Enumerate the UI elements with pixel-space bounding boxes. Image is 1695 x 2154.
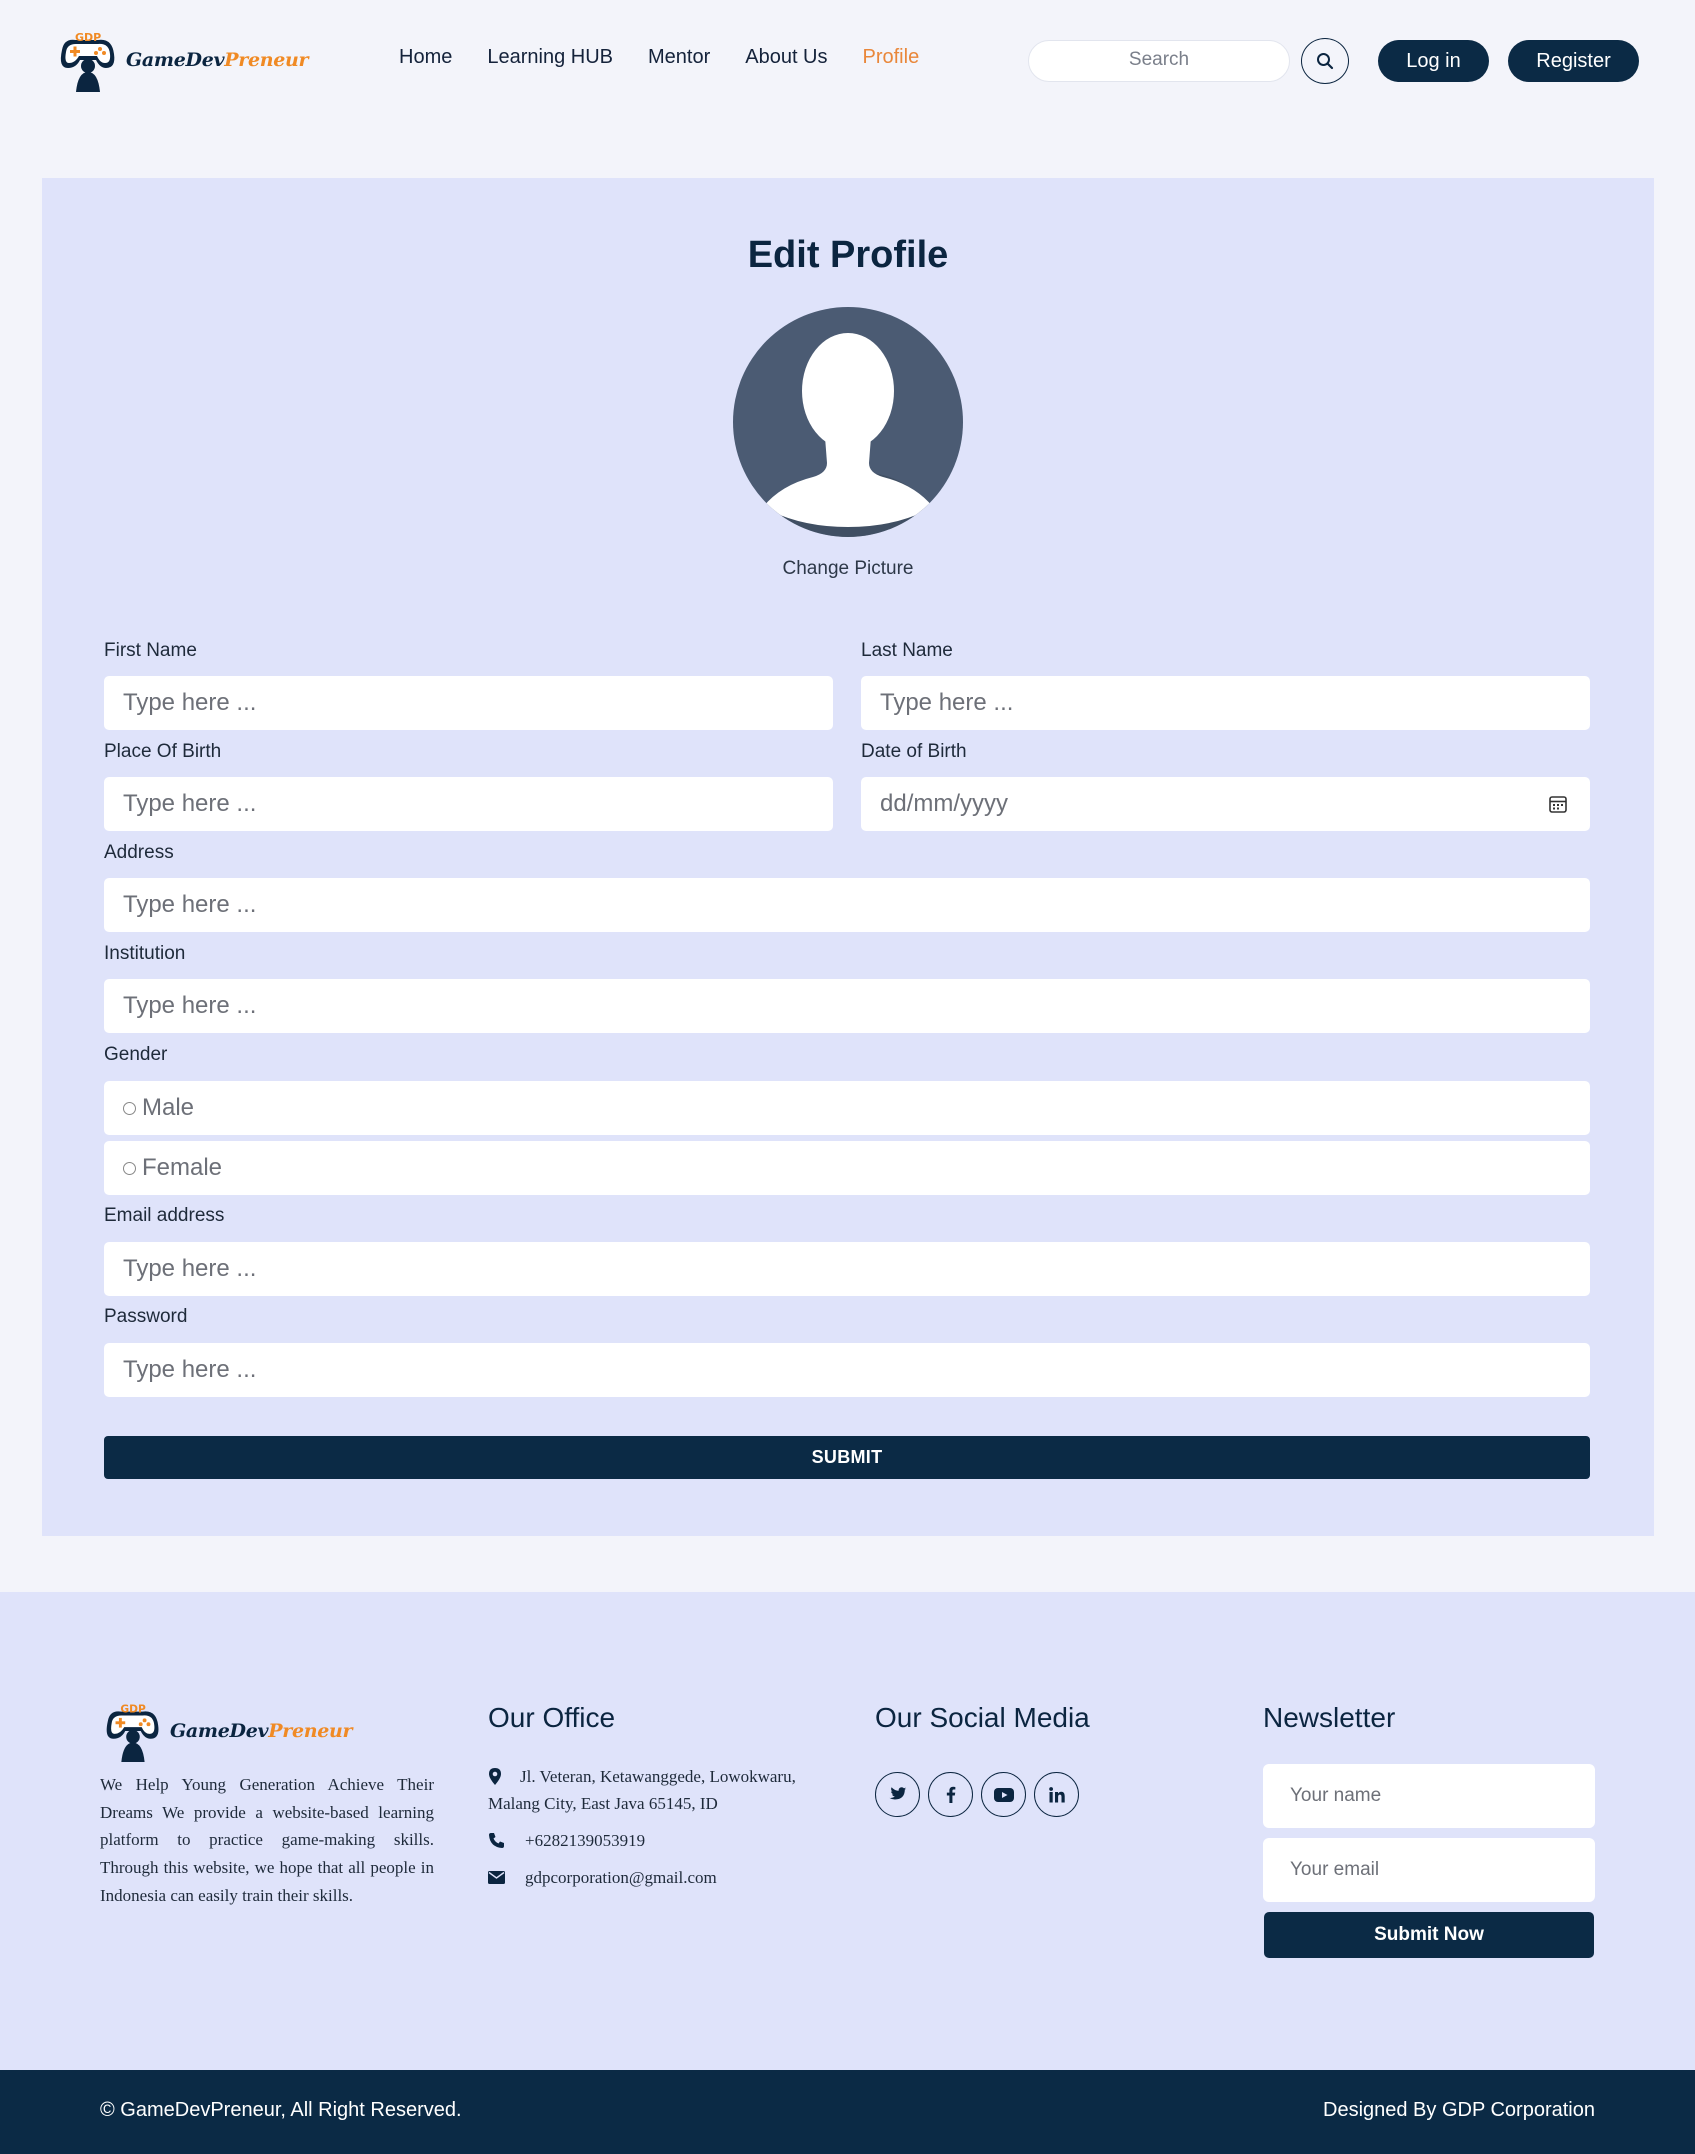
footer-bottom-bar: © GameDevPreneur, All Right Reserved. De…: [0, 2070, 1695, 2154]
date-of-birth-field[interactable]: dd/mm/yyyy: [861, 777, 1590, 831]
nav-mentor[interactable]: Mentor: [648, 46, 710, 69]
edit-profile-panel: Edit Profile Change Picture First Name T…: [42, 178, 1654, 1536]
linkedin-icon: [1048, 1786, 1065, 1802]
gender-option-male[interactable]: Male: [104, 1081, 1590, 1135]
nav-profile[interactable]: Profile: [863, 46, 920, 69]
first-name-label: First Name: [104, 640, 197, 661]
password-label: Password: [104, 1306, 188, 1327]
change-picture-link[interactable]: Change Picture: [42, 558, 1654, 580]
newsletter-heading: Newsletter: [1263, 1702, 1396, 1733]
last-name-label: Last Name: [861, 640, 953, 661]
footer-logo-part1: GameDev: [170, 1720, 269, 1742]
site-header: GDP GameDevPreneur Home Learning HUB Men…: [0, 0, 1695, 122]
office-address-line1: Jl. Veteran, Ketawanggede, Lowokwaru,: [520, 1767, 796, 1786]
phone-icon: [489, 1833, 504, 1848]
youtube-button[interactable]: [981, 1772, 1026, 1817]
date-of-birth-label: Date of Birth: [861, 741, 967, 762]
twitter-button[interactable]: [875, 1772, 920, 1817]
svg-text:GDP: GDP: [120, 1703, 146, 1716]
submit-button[interactable]: SUBMIT: [104, 1436, 1590, 1479]
gender-male-label: Male: [142, 1094, 195, 1121]
newsletter-submit-button[interactable]: Submit Now: [1264, 1912, 1594, 1958]
copyright-text: © GameDevPreneur, All Right Reserved.: [100, 2099, 462, 2121]
social-heading: Our Social Media: [875, 1702, 1090, 1733]
office-address-line2: Malang City, East Java 65145, ID: [488, 1794, 718, 1813]
address-field[interactable]: Type here ...: [104, 878, 1590, 932]
radio-female[interactable]: [123, 1161, 136, 1175]
office-heading: Our Office: [488, 1702, 616, 1733]
register-button[interactable]: Register: [1508, 40, 1639, 82]
facebook-icon: [946, 1786, 955, 1803]
place-of-birth-field[interactable]: Type here ...: [104, 777, 833, 831]
gender-label: Gender: [104, 1044, 168, 1065]
logo-text-part2: Preneur: [224, 49, 309, 71]
office-email[interactable]: gdpcorporation@gmail.com: [525, 1864, 717, 1891]
svg-text:GDP: GDP: [75, 31, 101, 44]
gender-option-female[interactable]: Female: [104, 1141, 1590, 1195]
nav-about-us[interactable]: About Us: [745, 46, 827, 69]
search-input[interactable]: Search: [1028, 40, 1290, 82]
footer-logo-part2: Preneur: [268, 1720, 353, 1742]
gender-female-label: Female: [142, 1154, 223, 1181]
gamepad-logo-icon: GDP: [60, 31, 115, 92]
footer-logo[interactable]: GDP GameDevPreneur: [100, 1700, 353, 1762]
location-pin-icon: [489, 1768, 501, 1785]
gamepad-logo-icon: GDP: [106, 1703, 159, 1762]
facebook-button[interactable]: [928, 1772, 973, 1817]
page-title: Edit Profile: [747, 234, 949, 276]
footer-about-text: We Help Young Generation Achieve Their D…: [100, 1775, 434, 1905]
date-of-birth-placeholder: dd/mm/yyyy: [880, 790, 1009, 817]
linkedin-button[interactable]: [1034, 1772, 1079, 1817]
login-button[interactable]: Log in: [1378, 40, 1489, 82]
nav-home[interactable]: Home: [399, 46, 452, 69]
first-name-field[interactable]: Type here ...: [104, 676, 833, 730]
radio-male[interactable]: [123, 1101, 136, 1115]
search-button[interactable]: [1301, 38, 1349, 84]
site-logo[interactable]: GDP GameDevPreneur: [54, 28, 309, 92]
email-field[interactable]: Type here ...: [104, 1242, 1590, 1296]
office-phone[interactable]: +6282139053919: [525, 1827, 645, 1854]
twitter-icon: [888, 1787, 906, 1800]
newsletter-name-input[interactable]: Your name: [1263, 1764, 1595, 1828]
calendar-icon[interactable]: [1548, 794, 1568, 814]
institution-field[interactable]: Type here ...: [104, 979, 1590, 1033]
nav-learning-hub[interactable]: Learning HUB: [487, 46, 613, 69]
user-silhouette-icon: [763, 333, 933, 537]
email-label: Email address: [104, 1205, 225, 1226]
institution-label: Institution: [104, 943, 186, 964]
address-label: Address: [104, 842, 174, 863]
last-name-field[interactable]: Type here ...: [861, 676, 1590, 730]
place-of-birth-label: Place Of Birth: [104, 741, 222, 762]
logo-text-part1: GameDev: [126, 49, 225, 71]
youtube-icon: [993, 1787, 1014, 1802]
site-footer: GDP GameDevPreneur We Help Young Generat…: [0, 1592, 1695, 2070]
main-nav: Home Learning HUB Mentor About Us Profil…: [399, 46, 954, 69]
designed-by-text: Designed By GDP Corporation: [1323, 2099, 1595, 2121]
search-icon: [1317, 53, 1334, 70]
envelope-icon: [488, 1871, 505, 1884]
password-field[interactable]: Type here ...: [104, 1343, 1590, 1397]
newsletter-email-input[interactable]: Your email: [1263, 1838, 1595, 1902]
avatar[interactable]: [733, 307, 963, 537]
